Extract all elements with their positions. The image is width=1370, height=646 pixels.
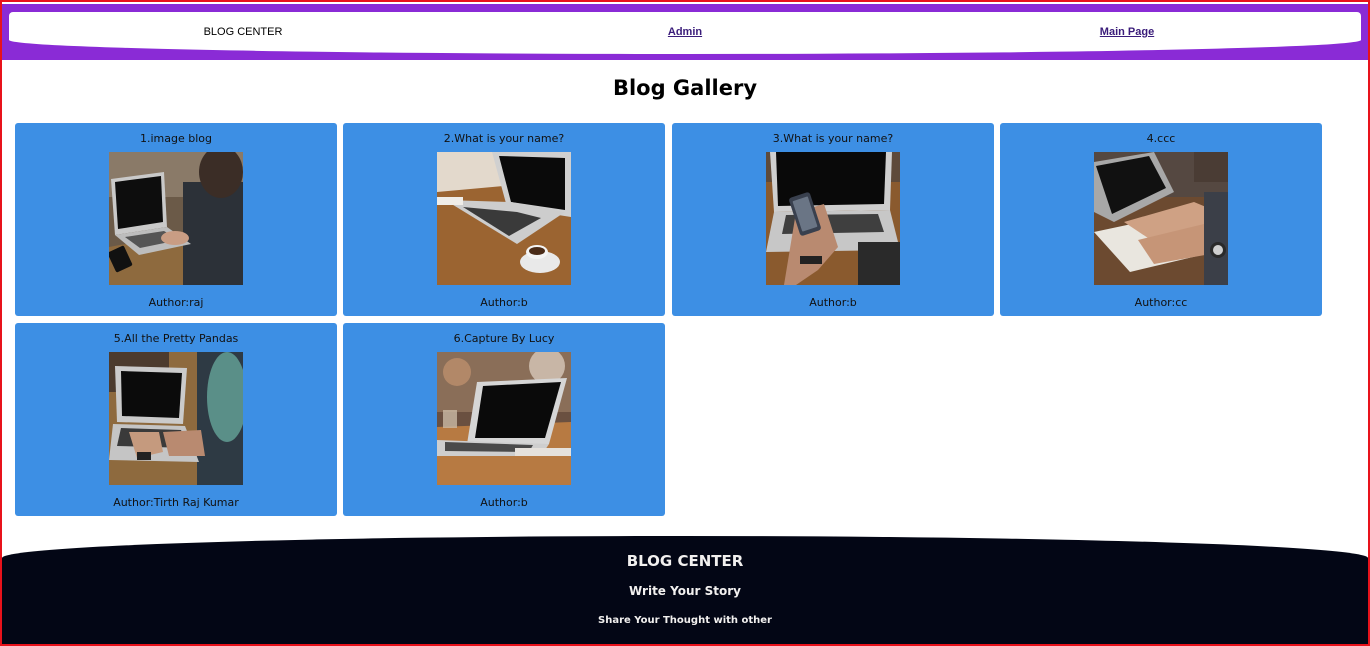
blog-card-author: Author:b xyxy=(809,296,857,309)
blog-card-title[interactable]: 5.All the Pretty Pandas xyxy=(15,332,337,345)
blog-card[interactable]: 4.ccc Author:cc xyxy=(1000,123,1322,316)
blog-card-image[interactable] xyxy=(109,152,243,285)
site-footer: BLOG CENTER Write Your Story Share Your … xyxy=(2,536,1368,644)
blog-card-title[interactable]: 3.What is your name? xyxy=(672,132,994,145)
blog-card-title[interactable]: 6.Capture By Lucy xyxy=(343,332,665,345)
blog-card[interactable]: 2.What is your name? Author:b xyxy=(343,123,665,316)
footer-tagline: Share Your Thought with other xyxy=(598,615,772,626)
blog-card[interactable]: 3.What is your name? Author:b xyxy=(672,123,994,316)
brand-label: BLOG CENTER xyxy=(203,26,283,38)
blog-card-title[interactable]: 1.image blog xyxy=(15,132,337,145)
blog-card-title[interactable]: 2.What is your name? xyxy=(343,132,665,145)
nav-link-admin[interactable]: Admin xyxy=(668,26,702,38)
laptop-typing-photo xyxy=(109,152,243,285)
nav-link-main-page[interactable]: Main Page xyxy=(1100,26,1154,38)
laptop-coffee-photo xyxy=(437,152,571,285)
blog-card[interactable]: 6.Capture By Lucy Author:b xyxy=(343,323,665,516)
blog-card[interactable]: 1.image blog Author:raj xyxy=(15,123,337,316)
blog-card-author: Author:cc xyxy=(1134,296,1188,309)
blog-card-image[interactable] xyxy=(766,152,900,285)
footer-brand: BLOG CENTER xyxy=(626,552,744,570)
laptop-table-photo xyxy=(437,352,571,485)
blog-card-image[interactable] xyxy=(437,352,571,485)
blog-card-author: Author:b xyxy=(480,496,528,509)
blog-card-author: Author:Tirth Raj Kumar xyxy=(113,496,239,509)
writing-notebook-photo xyxy=(1094,152,1228,285)
blog-card[interactable]: 5.All the Pretty Pandas Author:Tirth Raj… xyxy=(15,323,337,516)
blog-card-title[interactable]: 4.ccc xyxy=(1000,132,1322,145)
page-title: Blog Gallery xyxy=(612,76,758,100)
footer-subtitle: Write Your Story xyxy=(629,584,741,598)
blog-card-image[interactable] xyxy=(1094,152,1228,285)
blog-card-author: Author:raj xyxy=(148,296,204,309)
blog-card-image[interactable] xyxy=(109,352,243,485)
blog-card-author: Author:b xyxy=(480,296,528,309)
blog-card-image[interactable] xyxy=(437,152,571,285)
laptop-typing-photo xyxy=(109,352,243,485)
laptop-phone-photo xyxy=(766,152,900,285)
